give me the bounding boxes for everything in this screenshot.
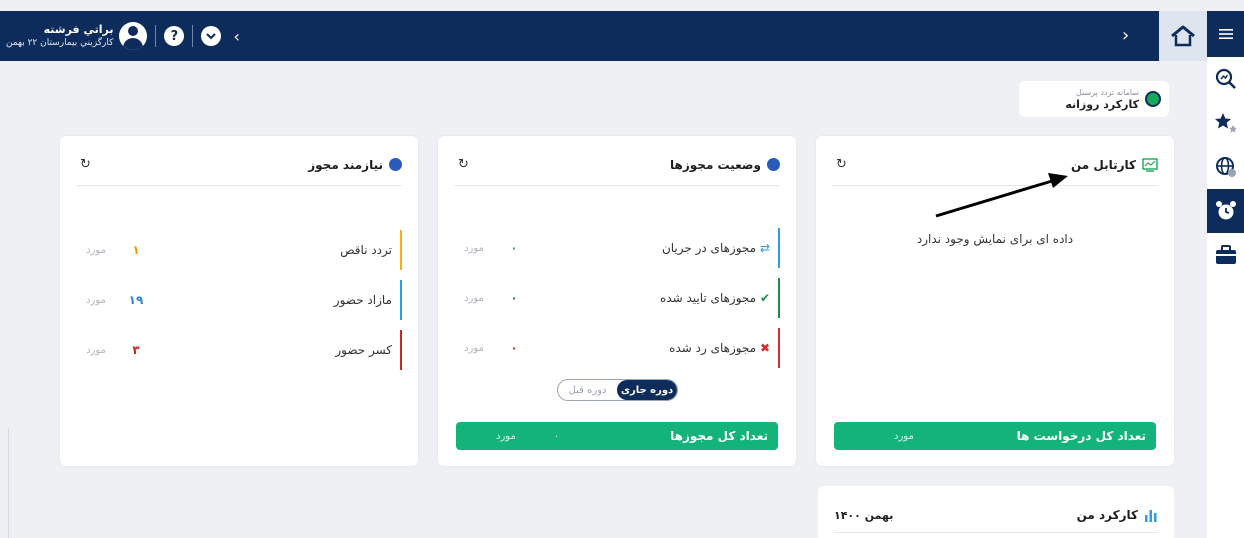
period-date[interactable]: بهمن ۱۴۰۰: [834, 509, 893, 522]
sidebar-item-attendance[interactable]: [1207, 189, 1244, 233]
row-label: مجوزهای در جریان: [661, 241, 757, 255]
total-requests-bar[interactable]: تعداد کل درخواست ها مورد: [834, 422, 1156, 450]
top-bar: براتي فرشته كارگزيني بيمارستان ۲۲ بهمن ?…: [0, 11, 1207, 61]
verified-badge-icon: [389, 158, 402, 171]
permits-title: وضعیت مجوزها: [670, 157, 761, 172]
toggle-current-period[interactable]: دوره جاری: [617, 380, 677, 400]
sidebar-item-briefcase[interactable]: [1207, 233, 1244, 277]
row-label: مجوزهای تایید شده: [660, 291, 757, 305]
divider: [192, 25, 194, 47]
row-count: ۳: [132, 343, 140, 357]
divider: [155, 25, 157, 47]
menu-button[interactable]: [1207, 11, 1244, 57]
row-indicator: [778, 278, 780, 318]
row-unit: مورد: [86, 344, 106, 356]
row-count: ۰: [510, 341, 518, 355]
system-label: سامانه تردد پرسنل کارکرد روزانه: [1019, 81, 1169, 117]
row-indicator: [400, 330, 402, 370]
row-indicator: [778, 228, 780, 268]
row-count: ۰: [510, 241, 518, 255]
page-title: کارکرد روزانه: [1065, 97, 1139, 111]
row-indicator: [400, 280, 402, 320]
list-item[interactable]: مازاد حضور ۱۹ مورد: [76, 280, 402, 320]
row-unit: مورد: [86, 244, 106, 256]
swap-icon: ⇄: [759, 241, 770, 255]
row-label: مجوزهای رد شده: [669, 341, 757, 355]
row-label: مازاد حضور: [333, 293, 392, 307]
refresh-icon[interactable]: ↻: [80, 157, 91, 172]
bar-chart-icon: [1145, 510, 1157, 522]
sidebar-item-search[interactable]: [1207, 57, 1244, 101]
row-label: کسر حضور: [335, 343, 392, 357]
clock-icon: [1145, 91, 1161, 107]
list-item[interactable]: ✖ مجوزهای رد شده ۰ مورد: [454, 328, 780, 368]
row-unit: مورد: [464, 242, 484, 254]
briefcase-icon: [1215, 245, 1236, 264]
total-requests-unit: مورد: [894, 430, 914, 442]
list-item[interactable]: ⇄ مجوزهای در جریان ۰ مورد: [454, 228, 780, 268]
row-count: ۱: [132, 243, 140, 257]
row-indicator: [400, 230, 402, 270]
system-name: سامانه تردد پرسنل: [1075, 87, 1139, 97]
hamburger-icon: [1218, 29, 1233, 39]
divider: [8, 428, 9, 538]
empty-message: داده ای برای نمایش وجود ندارد: [916, 232, 1074, 246]
search-icon: [1215, 68, 1236, 89]
close-icon: ✖: [759, 341, 770, 355]
user-name: براتي فرشته: [43, 23, 114, 36]
row-label-wrap: ✔ مجوزهای تایید شده: [534, 291, 770, 305]
user-area[interactable]: براتي فرشته كارگزيني بيمارستان ۲۲ بهمن ?…: [6, 17, 240, 55]
avatar[interactable]: [119, 22, 148, 50]
row-label-wrap: ⇄ مجوزهای در جریان: [534, 241, 770, 255]
total-permits-label: تعداد کل مجوزها: [670, 429, 768, 443]
row-unit: مورد: [86, 294, 106, 306]
chevron-down-icon[interactable]: [201, 26, 222, 46]
total-permits-count: ۰: [553, 430, 560, 442]
verified-badge-icon: [767, 158, 780, 171]
list-item[interactable]: ✔ مجوزهای تایید شده ۰ مورد: [454, 278, 780, 318]
globe-icon: [1215, 157, 1236, 177]
karkard-title: کارکرد من: [1076, 508, 1138, 522]
needs-permit-title: نیازمند مجوز: [308, 157, 383, 172]
list-item[interactable]: کسر حضور ۳ مورد: [76, 330, 402, 370]
refresh-icon[interactable]: ↻: [836, 157, 847, 172]
alarm-clock-icon: [1215, 201, 1236, 220]
toggle-previous-period[interactable]: دوره قبل: [558, 380, 617, 400]
user-subtitle: كارگزيني بيمارستان ۲۲ بهمن: [6, 38, 114, 48]
home-icon: [1171, 25, 1195, 47]
row-label: تردد ناقص: [340, 243, 392, 257]
row-unit: مورد: [464, 342, 484, 354]
kartabl-card: کارتابل من ↻ داده ای برای نمایش وجود ندا…: [816, 136, 1174, 466]
list-item[interactable]: تردد ناقص ۱ مورد: [76, 230, 402, 270]
karkard-card: کارکرد من بهمن ۱۴۰۰: [818, 486, 1174, 538]
row-count: ۰: [510, 291, 518, 305]
row-unit: مورد: [464, 292, 484, 304]
check-icon: ✔: [759, 291, 770, 305]
refresh-icon[interactable]: ↻: [458, 157, 469, 172]
chart-monitor-icon: [1142, 157, 1158, 172]
total-permits-bar[interactable]: تعداد کل مجوزها ۰ مورد: [456, 422, 778, 450]
permits-card: وضعیت مجوزها ↻ ⇄ مجوزهای در جریان ۰ مورد…: [438, 136, 796, 466]
star-icon: [1214, 113, 1237, 133]
period-toggle[interactable]: دوره جاری دوره قبل: [557, 379, 678, 401]
row-indicator: [778, 328, 780, 368]
sidebar-item-favorites[interactable]: [1207, 101, 1244, 145]
home-button[interactable]: [1159, 11, 1207, 61]
chevron-left-icon[interactable]: ‹: [233, 27, 239, 46]
sidebar: [1207, 11, 1244, 538]
total-permits-unit: مورد: [496, 430, 516, 442]
chevron-right-icon[interactable]: ›: [1122, 25, 1129, 46]
kartabl-title: کارتابل من: [1070, 157, 1136, 172]
row-label-wrap: ✖ مجوزهای رد شده: [534, 341, 770, 355]
sidebar-item-web[interactable]: [1207, 145, 1244, 189]
row-count: ۱۹: [128, 293, 144, 307]
needs-permit-card: نیازمند مجوز ↻ تردد ناقص ۱ مورد مازاد حض…: [60, 136, 418, 466]
help-button[interactable]: ?: [164, 26, 185, 46]
total-requests-label: تعداد کل درخواست ها: [1016, 429, 1146, 443]
